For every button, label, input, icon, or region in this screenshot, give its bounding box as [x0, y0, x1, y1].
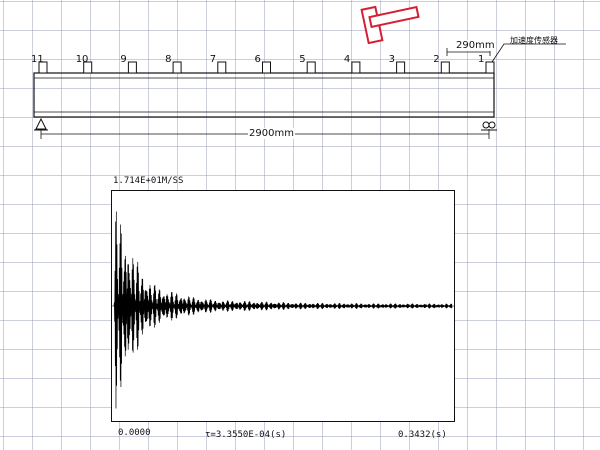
right-support	[481, 121, 497, 131]
span-label: 2900mm	[248, 128, 295, 139]
position-number-1: 1	[478, 54, 485, 65]
sensor-1	[485, 61, 495, 74]
waveform-svg	[111, 190, 455, 422]
sensor-4	[351, 61, 361, 74]
sensor-9	[127, 61, 137, 74]
spacing-label: 290mm	[455, 40, 496, 51]
x-step-label: τ=3.3550E-04(s)	[205, 430, 287, 440]
position-number-4: 4	[343, 54, 351, 65]
beam-diagram	[33, 5, 566, 139]
hammer-icon	[360, 5, 420, 45]
sensor-6	[262, 61, 271, 74]
sensor-8	[172, 61, 182, 74]
position-number-10: 10	[75, 54, 89, 65]
sensor-7	[217, 61, 227, 74]
x-end-label: 0.3432(s)	[398, 430, 447, 440]
x-start-label: 0.0000	[118, 428, 151, 438]
sensor-leader-line	[491, 43, 566, 63]
beam	[33, 72, 495, 118]
position-number-6: 6	[254, 54, 261, 65]
sensor-row	[38, 61, 495, 74]
position-number-8: 8	[165, 54, 172, 65]
sensor-5	[306, 61, 316, 74]
waveform-plot	[111, 190, 455, 422]
y-scale-label: 1.714E+01M/SS	[113, 176, 184, 186]
sensor-label: 加速度传感器	[510, 36, 558, 45]
position-number-11: 11	[31, 54, 44, 65]
position-number-5: 5	[299, 54, 306, 65]
sensor-2	[440, 61, 450, 74]
position-number-9: 9	[120, 54, 127, 65]
position-number-3: 3	[388, 54, 395, 65]
left-support	[34, 117, 48, 131]
position-number-7: 7	[209, 54, 217, 65]
sensor-3	[396, 61, 406, 74]
position-number-2: 2	[433, 54, 440, 65]
